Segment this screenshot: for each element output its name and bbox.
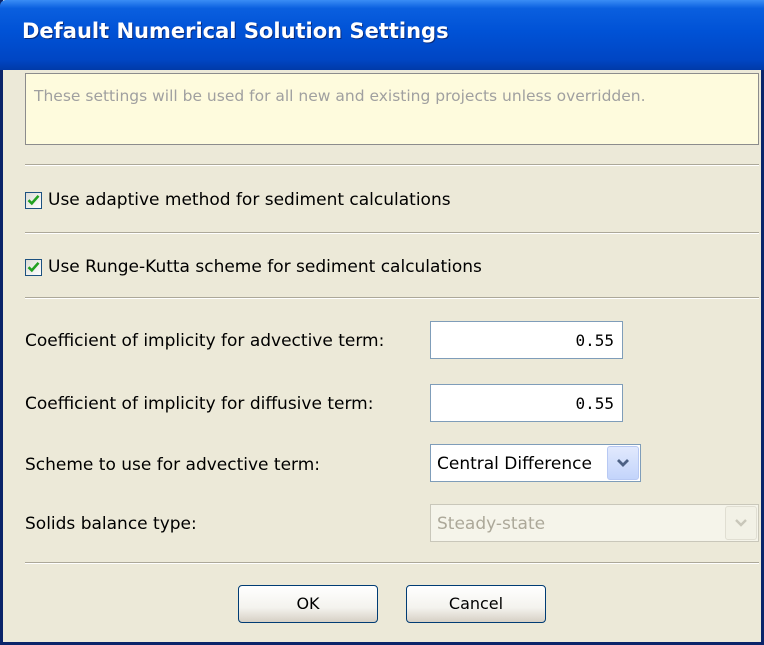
solids-balance-value: Steady-state: [437, 514, 546, 534]
info-message: These settings will be used for all new …: [25, 73, 759, 145]
runge-kutta-label: Use Runge-Kutta scheme for sediment calc…: [48, 257, 482, 277]
adaptive-method-checkbox[interactable]: [25, 191, 42, 209]
diffusive-coef-input[interactable]: 0.55: [430, 384, 623, 422]
advective-coef-label: Coefficient of implicity for advective t…: [25, 331, 385, 351]
advective-scheme-select[interactable]: Central Difference: [430, 444, 641, 482]
runge-kutta-checkbox-row[interactable]: Use Runge-Kutta scheme for sediment calc…: [25, 255, 482, 279]
divider: [25, 297, 759, 299]
chevron-down-icon: [735, 519, 747, 527]
advective-scheme-value: Central Difference: [437, 454, 592, 474]
runge-kutta-checkbox[interactable]: [25, 258, 42, 276]
divider: [25, 232, 759, 234]
chevron-down-icon: [617, 459, 629, 467]
solids-balance-dropdown-button[interactable]: [725, 506, 757, 540]
advective-coef-input[interactable]: 0.55: [430, 321, 623, 359]
adaptive-method-label: Use adaptive method for sediment calcula…: [48, 190, 451, 210]
divider: [25, 164, 759, 166]
divider: [25, 562, 759, 564]
dialog-window: Default Numerical Solution Settings Thes…: [0, 0, 764, 645]
solids-balance-label: Solids balance type:: [25, 514, 197, 534]
cancel-button[interactable]: Cancel: [406, 585, 546, 623]
solids-balance-select[interactable]: Steady-state: [430, 504, 759, 542]
dialog-title: Default Numerical Solution Settings: [22, 19, 449, 43]
adaptive-method-checkbox-row[interactable]: Use adaptive method for sediment calcula…: [25, 188, 451, 212]
title-bar[interactable]: Default Numerical Solution Settings: [0, 0, 764, 70]
diffusive-coef-label: Coefficient of implicity for diffusive t…: [25, 394, 374, 414]
ok-button[interactable]: OK: [238, 585, 378, 623]
checkmark-icon: [27, 194, 40, 206]
checkmark-icon: [27, 261, 40, 273]
advective-scheme-label: Scheme to use for advective term:: [25, 455, 321, 475]
advective-scheme-dropdown-button[interactable]: [607, 446, 639, 480]
